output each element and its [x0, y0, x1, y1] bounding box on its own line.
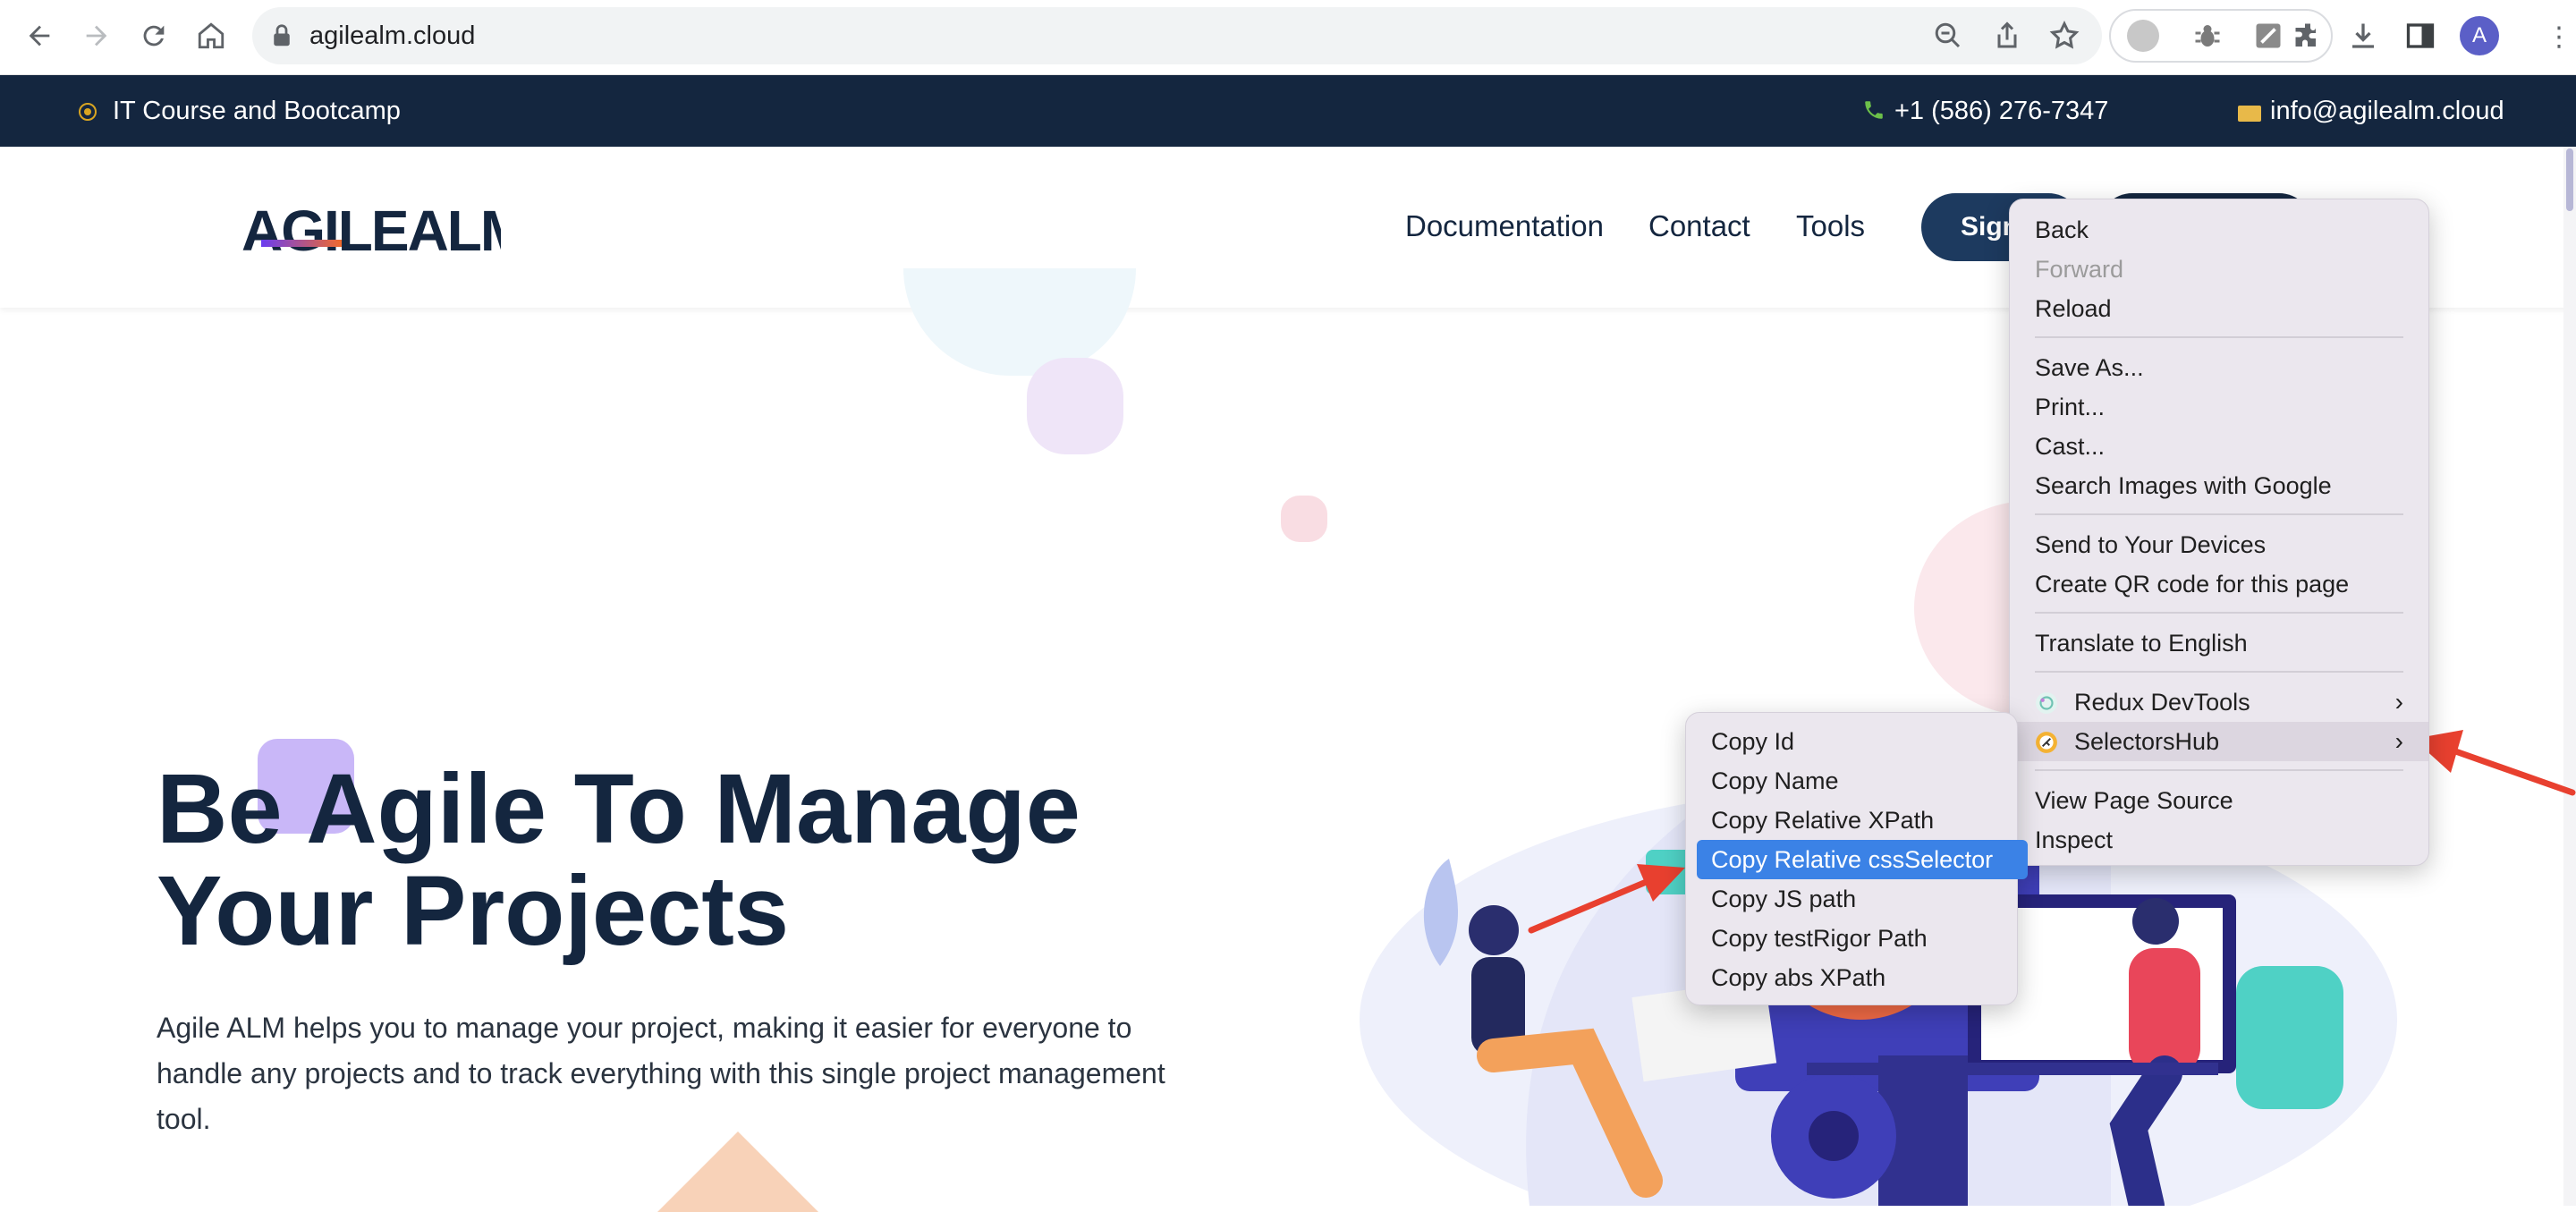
back-button[interactable] [20, 16, 59, 55]
menu-selectorshub[interactable]: SelectorsHub › [2010, 722, 2428, 761]
forward-icon [86, 25, 107, 47]
menu-save-as[interactable]: Save As... [2010, 348, 2428, 387]
download-icon [2352, 23, 2374, 48]
grey-extension-icon[interactable] [2127, 20, 2159, 52]
phone-number[interactable]: +1 (586) 276-7347 [1894, 75, 2108, 147]
more-icon[interactable]: ⋮ [2546, 24, 2572, 51]
decor-triangle [657, 1131, 818, 1212]
bug-icon[interactable] [2191, 20, 2224, 52]
phone-icon [1865, 101, 1883, 119]
zoom-icon[interactable] [1932, 20, 1964, 52]
decor-blob [1027, 358, 1123, 454]
nav-documentation[interactable]: Documentation [1405, 209, 1604, 243]
menu-view-source[interactable]: View Page Source [2010, 781, 2428, 820]
menu-inspect[interactable]: Inspect [2010, 820, 2428, 860]
url-text: agilealm.cloud [309, 21, 476, 50]
redux-icon [2036, 692, 2057, 714]
submenu-copy-id[interactable]: Copy Id [1697, 722, 2028, 761]
address-bar[interactable]: agilealm.cloud [252, 7, 2102, 64]
submenu-copy-js-path[interactable]: Copy JS path [1697, 879, 2028, 919]
menu-qr-code[interactable]: Create QR code for this page [2010, 564, 2428, 604]
submenu-copy-relative-xpath[interactable]: Copy Relative XPath [1697, 801, 2028, 840]
back-icon [29, 25, 50, 47]
menu-separator [2035, 671, 2403, 673]
forward-button[interactable] [77, 16, 116, 55]
context-menu: Back Forward Reload Save As... Print... … [2009, 199, 2429, 866]
submenu-copy-name[interactable]: Copy Name [1697, 761, 2028, 801]
home-icon [198, 22, 225, 49]
lock-icon [274, 24, 290, 47]
menu-redux-devtools[interactable]: Redux DevTools › [2010, 682, 2428, 722]
agilealm-logo[interactable]: AGILEALM [242, 200, 501, 263]
nav-tools[interactable]: Tools [1796, 209, 1865, 243]
browser-toolbar: agilealm.cloud A ⋮ [0, 0, 2576, 75]
menu-separator [2035, 769, 2403, 771]
submenu-copy-testrigor-path[interactable]: Copy testRigor Path [1697, 919, 2028, 958]
menu-separator [2035, 336, 2403, 338]
submenu-copy-abs-xpath[interactable]: Copy abs XPath [1697, 958, 2028, 997]
site-topbar: IT Course and Bootcamp +1 (586) 276-7347… [0, 75, 2576, 147]
menu-send-devices[interactable]: Send to Your Devices [2010, 525, 2428, 564]
decor-blob [1281, 496, 1327, 542]
star-icon[interactable] [2048, 20, 2080, 52]
home-button[interactable] [191, 16, 231, 55]
decor-blob [903, 268, 1136, 376]
pen-extension-icon[interactable] [2252, 20, 2284, 52]
submenu-copy-relative-css[interactable]: Copy Relative cssSelector [1697, 840, 2028, 879]
chevron-right-icon: › [2394, 727, 2403, 755]
email-icon [2238, 106, 2261, 122]
reload-icon [143, 25, 165, 47]
annotation-arrow [1528, 864, 1685, 934]
reload-button[interactable] [134, 16, 174, 55]
side-panel-button[interactable] [2402, 18, 2438, 54]
nav-contact[interactable]: Contact [1648, 209, 1750, 243]
side-panel-icon [2406, 23, 2435, 48]
menu-translate[interactable]: Translate to English [2010, 623, 2428, 663]
chevron-right-icon: › [2394, 688, 2403, 716]
menu-separator [2035, 513, 2403, 515]
menu-cast[interactable]: Cast... [2010, 427, 2428, 466]
menu-separator [2035, 612, 2403, 614]
menu-forward: Forward [2035, 256, 2124, 283]
menu-back[interactable]: Back [2010, 210, 2428, 250]
annotation-arrow [2413, 730, 2576, 796]
menu-print[interactable]: Print... [2010, 387, 2428, 427]
tagline: IT Course and Bootcamp [113, 97, 401, 125]
hero-description: Agile ALM helps you to manage your proje… [157, 1012, 1165, 1135]
download-button[interactable] [2345, 18, 2381, 54]
extension-icon [2295, 23, 2316, 47]
hero-title: Be Agile To Manage Your Projects [157, 754, 1080, 966]
page-scrollbar[interactable] [2563, 147, 2576, 1206]
menu-reload[interactable]: Reload [2010, 289, 2428, 328]
email-address[interactable]: info@agilealm.cloud [2270, 75, 2504, 147]
extensions-button[interactable] [2290, 18, 2326, 54]
location-icon [79, 103, 97, 121]
svg-text:AGILEALM: AGILEALM [242, 200, 501, 263]
selectorshub-icon [2036, 732, 2057, 753]
profile-avatar[interactable]: A [2460, 16, 2499, 55]
selectorshub-submenu: Copy Id Copy Name Copy Relative XPath Co… [1685, 712, 2028, 1005]
share-icon[interactable] [1991, 20, 2023, 52]
menu-search-images[interactable]: Search Images with Google [2010, 466, 2428, 505]
